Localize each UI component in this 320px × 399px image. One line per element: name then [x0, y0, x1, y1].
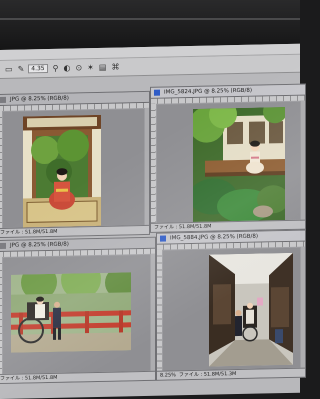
vertical-ruler [157, 249, 162, 371]
bezel-edge [0, 18, 300, 20]
vertical-scrollbar[interactable] [151, 253, 155, 371]
options-icon[interactable]: ▤ [99, 62, 107, 71]
settings-icon[interactable]: ⌘ [111, 62, 119, 71]
mode-icon[interactable]: ◐ [63, 63, 70, 72]
marquee-icon[interactable]: ▭ [5, 64, 13, 73]
document-status-bar: ファイル : 51.8M/51.8M [0, 224, 149, 238]
document-tab-label: IMG_5824.JPG @ 8.25% (RGB/8) [164, 87, 253, 96]
airbrush-icon[interactable]: ✶ [87, 63, 94, 72]
close-icon[interactable] [154, 89, 160, 96]
monitor-bezel [0, 0, 300, 50]
close-icon[interactable] [0, 242, 6, 249]
document-window-4[interactable]: IMG_5884.JPG @ 8.25% (RGB/8) 8.25% ファイル … [156, 229, 306, 381]
document-status-text: ファイル : 51.8M/51.8M [0, 374, 58, 382]
vertical-scrollbar[interactable] [301, 100, 305, 220]
close-icon[interactable] [0, 96, 6, 103]
document-tab-label: JPG @ 8.25% (RGB/8) [10, 95, 69, 103]
vertical-ruler [151, 103, 156, 223]
document-window-2[interactable]: IMG_5824.JPG @ 8.25% (RGB/8) ファイル: 51.8… [150, 83, 306, 233]
document-status-bar: 8.25% ファイル : 51.8M/51.3M [157, 367, 305, 380]
document-tab-label: JPG @ 8.25% (RGB/8) [10, 241, 69, 249]
close-icon[interactable] [160, 235, 166, 242]
brush-size-field[interactable]: 4.35 [28, 64, 48, 74]
document-tab-label: IMG_5884.JPG @ 8.25% (RGB/8) [170, 233, 259, 242]
photo-rickshaw-bridge [11, 272, 131, 353]
document-status-text: ファイル : 51.8M/51.8M [0, 228, 58, 236]
vertical-ruler [0, 256, 2, 375]
document-status-text: ファイル : 51.8M/51.3M [178, 371, 237, 379]
document-status-text: ファイル : 51.8M/51.8M [154, 223, 212, 231]
photo-kimono-room [23, 114, 101, 228]
vertical-scrollbar[interactable] [145, 107, 149, 225]
document-status-bar: ファイル : 51.8M/51.8M [0, 370, 155, 384]
document-window-3[interactable]: JPG @ 8.25% (RGB/8) ファイル: 51.8M/51.8M [0, 236, 156, 385]
vertical-ruler [0, 110, 2, 229]
stamp-icon[interactable]: ⚲ [53, 63, 59, 72]
photo-rickshaw-street [209, 252, 293, 367]
photoshop-workspace: ▭ ✎ 4.35 ⚲ ◐ ⊙ ✶ ▤ ⌘ JPG @ 8.25% (RGB/8) [0, 43, 306, 399]
zoom-level[interactable]: 8.25% [160, 372, 176, 378]
brush-icon[interactable]: ✎ [18, 64, 25, 73]
vertical-scrollbar[interactable] [301, 246, 305, 368]
pressure-icon[interactable]: ⊙ [75, 63, 82, 72]
photo-kimono-garden [193, 107, 285, 224]
document-window-1[interactable]: JPG @ 8.25% (RGB/8) ファイル: 51.8M/51.8M [0, 90, 150, 239]
